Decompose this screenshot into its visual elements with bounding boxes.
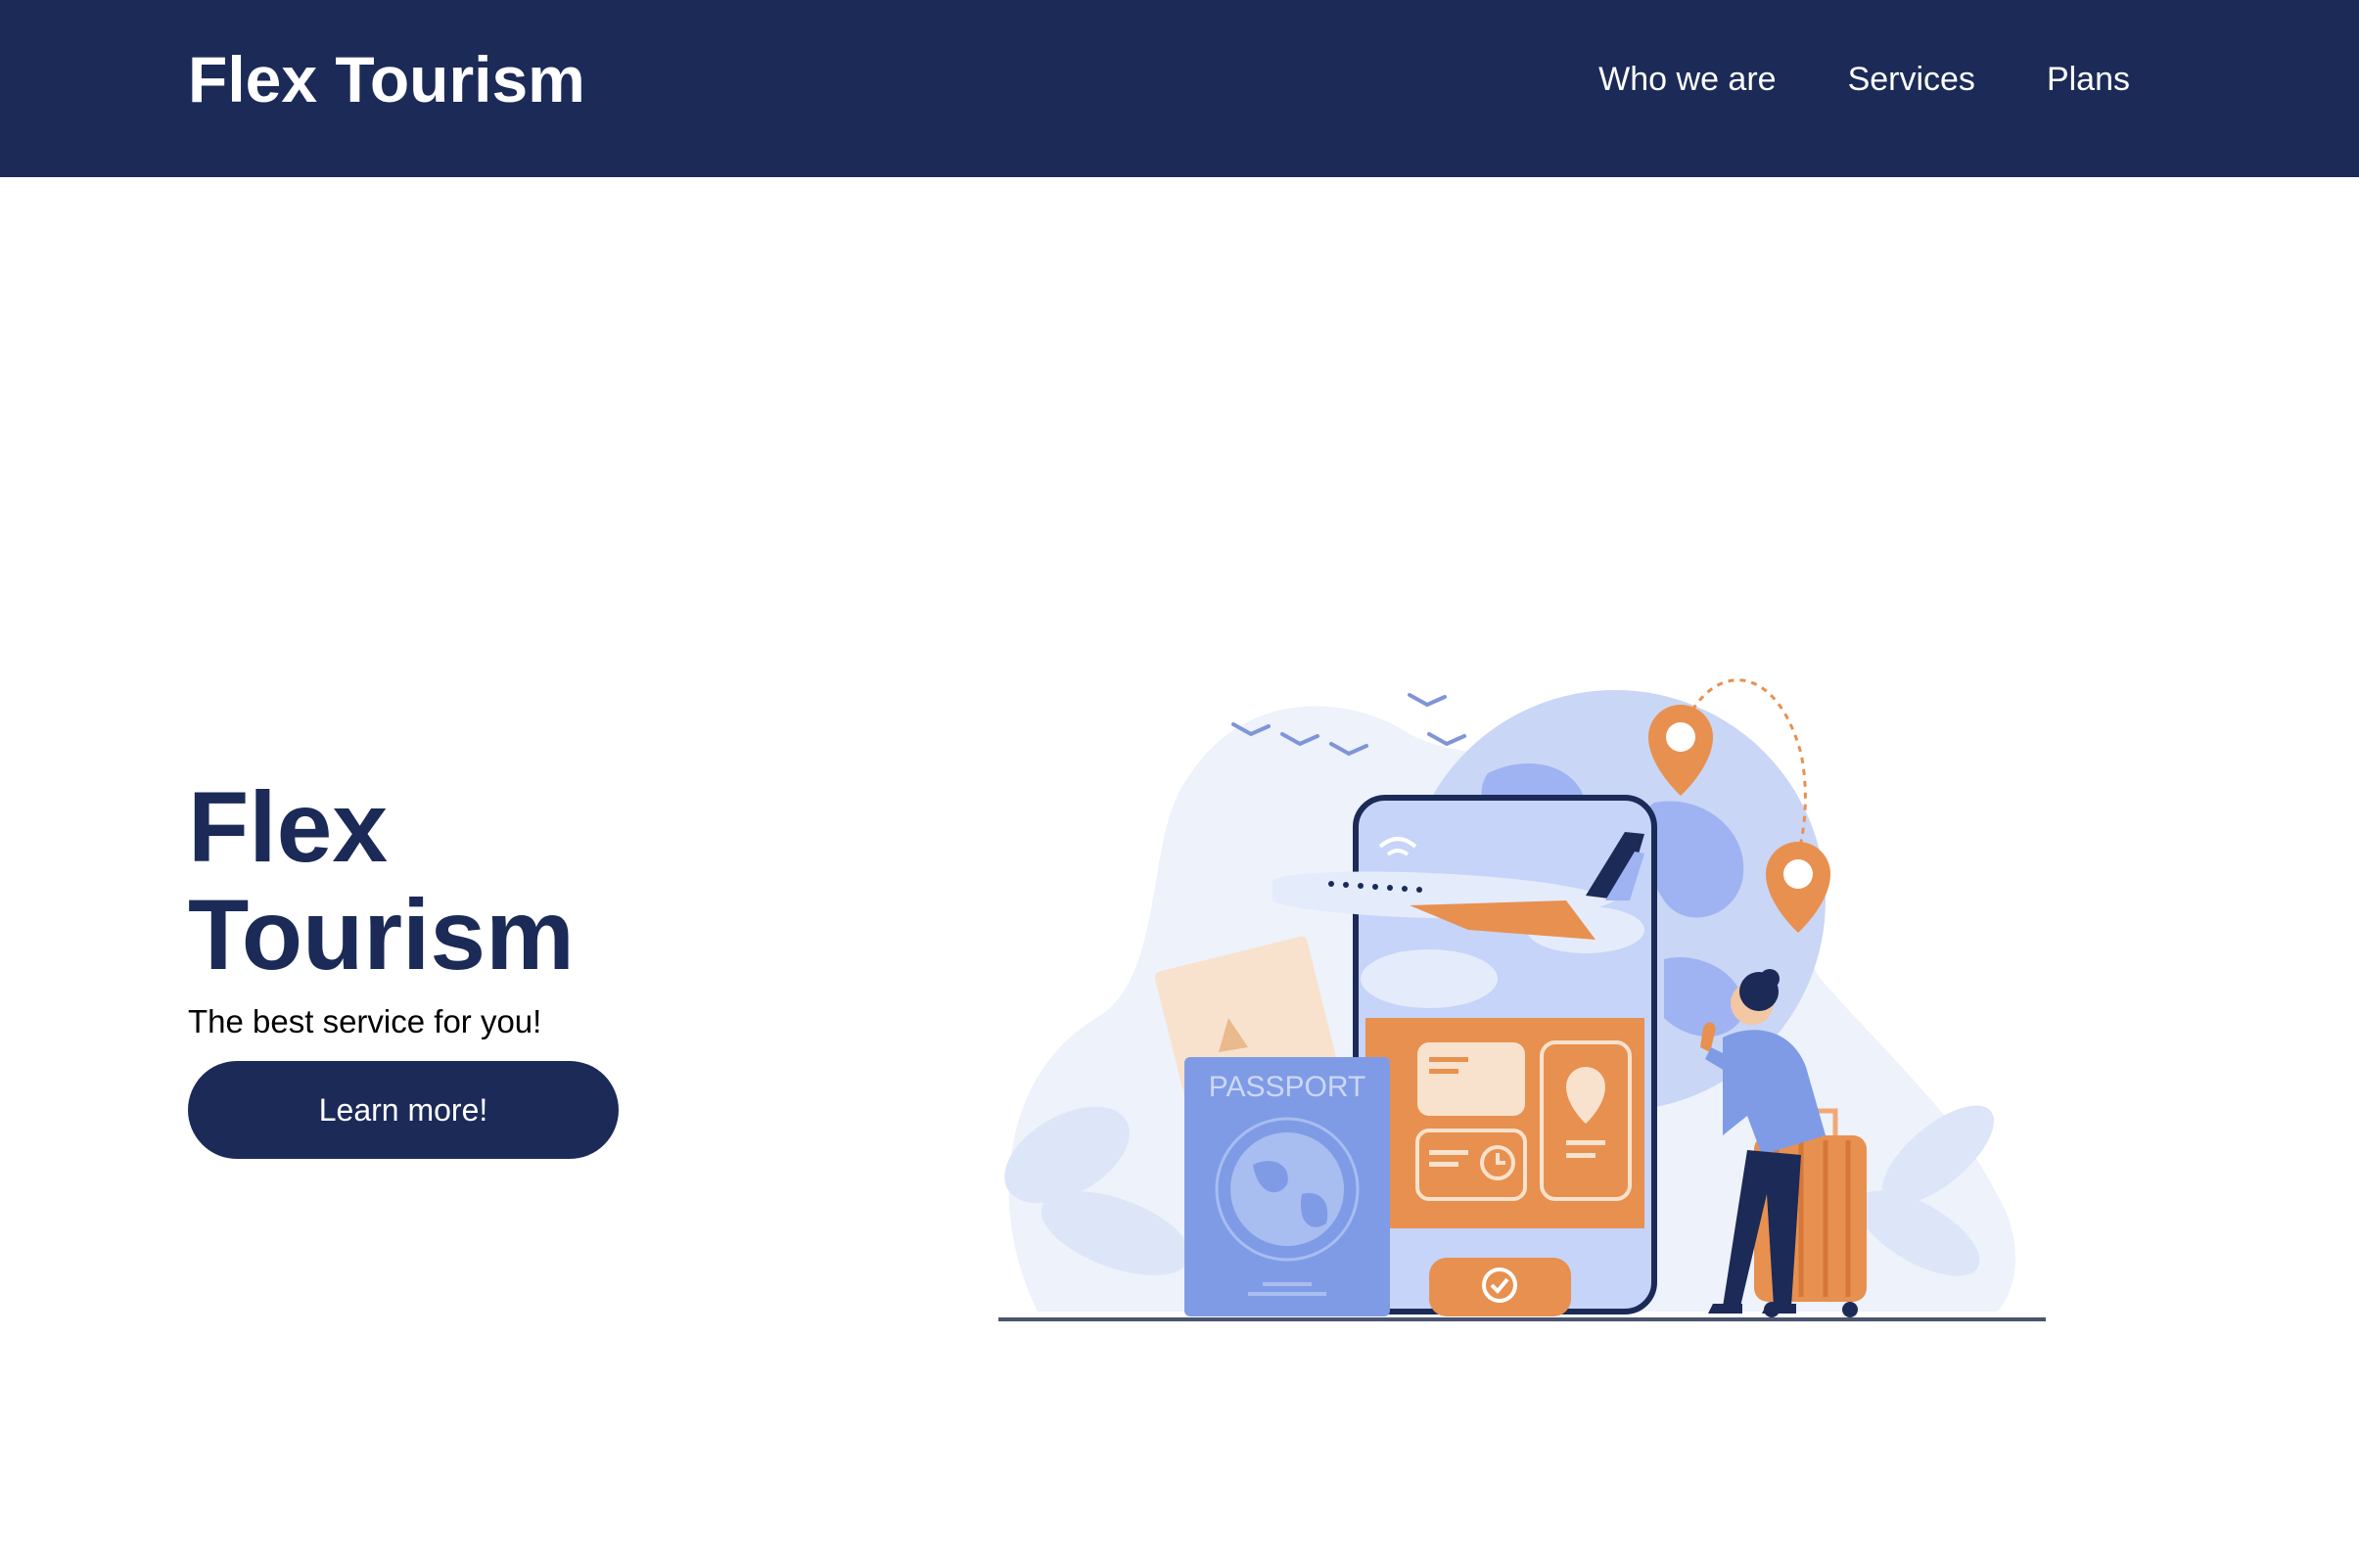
learn-more-button[interactable]: Learn more! — [188, 1061, 619, 1159]
hero-title-line-2: Tourism — [188, 879, 575, 991]
ground-line — [998, 1317, 2046, 1321]
hero-subtitle: The best service for you! — [188, 1003, 542, 1039]
passport-label: PASSPORT — [1209, 1071, 1366, 1103]
hero-section: Flex Tourism The best service for you! L… — [188, 773, 677, 1159]
nav-item-who-we-are: Who we are — [1598, 57, 1776, 102]
travel-illustration: PASSPORT — [998, 678, 2046, 1321]
nav-item-plans: Plans — [2047, 57, 2130, 102]
hero-title-line-1: Flex — [188, 771, 389, 883]
main-nav: Who we are Services Plans — [1598, 57, 2130, 102]
nav-item-services: Services — [1848, 57, 1975, 102]
brand-logo[interactable]: Flex Tourism — [188, 39, 585, 119]
nav-link-plans[interactable]: Plans — [2047, 57, 2130, 102]
top-navbar: Flex Tourism Who we are Services Plans — [0, 0, 2359, 177]
passport: PASSPORT — [1184, 1057, 1390, 1316]
nav-link-services[interactable]: Services — [1848, 57, 1975, 102]
nav-link-who-we-are[interactable]: Who we are — [1598, 57, 1776, 102]
hero-title: Flex Tourism — [188, 773, 677, 989]
